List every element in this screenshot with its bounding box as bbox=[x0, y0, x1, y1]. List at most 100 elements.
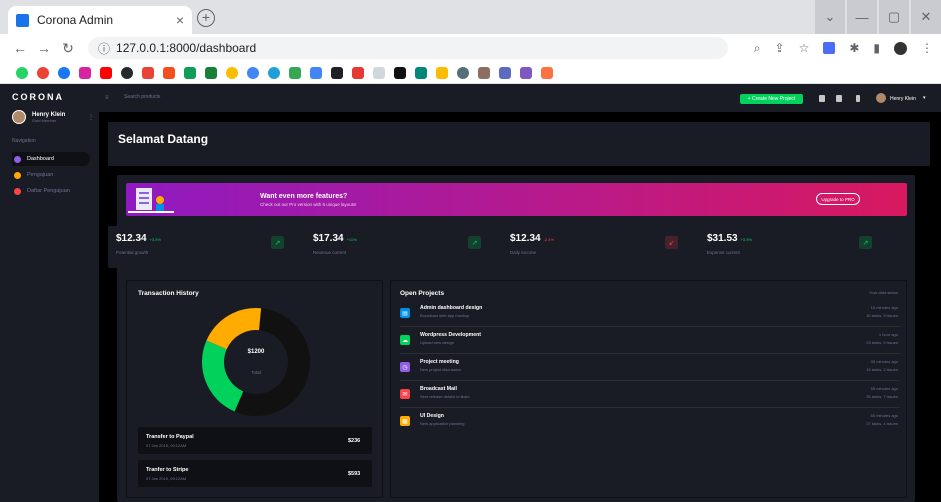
grid-icon[interactable] bbox=[819, 95, 825, 102]
info-icon[interactable]: ⓘ bbox=[98, 40, 110, 57]
bookmark-gmail-icon[interactable] bbox=[142, 66, 154, 79]
list-item[interactable]: Transfer to Paypal 07 Jan 2019, 09:12AM … bbox=[138, 427, 372, 454]
profile-menu-icon[interactable]: ⋮ bbox=[88, 114, 94, 121]
project-name: Broadcast Mail bbox=[420, 386, 457, 392]
list-item[interactable]: ✉ Broadcast Mail Sent release details to… bbox=[400, 383, 900, 407]
project-time: 35 minutes ago bbox=[870, 359, 898, 364]
topbar-user-name[interactable]: Henry Klein bbox=[890, 96, 916, 102]
bookmark-photo-icon[interactable] bbox=[478, 66, 490, 79]
project-desc: New application planning bbox=[420, 421, 465, 426]
bookmark-telegram-icon[interactable] bbox=[268, 66, 280, 79]
profile-avatar-icon[interactable] bbox=[894, 41, 907, 55]
new-tab-button[interactable]: + bbox=[197, 9, 215, 27]
stat-percent: -2.4% bbox=[543, 237, 555, 242]
bell-icon[interactable] bbox=[856, 95, 860, 102]
stat-label: Expense current bbox=[707, 250, 740, 255]
favicon-icon bbox=[16, 13, 29, 27]
bookmark-web-icon[interactable] bbox=[373, 66, 385, 79]
bookmark-purple-icon[interactable] bbox=[520, 66, 532, 79]
divider bbox=[400, 353, 900, 354]
bookmark-docs-icon[interactable] bbox=[310, 66, 322, 79]
mail-icon[interactable] bbox=[836, 95, 842, 102]
list-item[interactable]: Tranfer to Stripe 07 Jan 2019, 09:12AM $… bbox=[138, 460, 372, 487]
bookmark-meet-icon[interactable] bbox=[415, 66, 427, 79]
sidebar-item-dashboard[interactable]: Dashboard bbox=[12, 152, 90, 166]
zoom-icon[interactable]: ⌕ bbox=[754, 41, 761, 56]
project-tasks: 35 tasks, 7 issues bbox=[866, 394, 898, 399]
list-item[interactable]: ☁ Wordpress Development Upload new desig… bbox=[400, 329, 900, 353]
transaction-name: Transfer to Paypal bbox=[146, 434, 194, 440]
bookmark-star-icon[interactable]: ☆ bbox=[799, 41, 810, 55]
reload-icon[interactable]: ↻ bbox=[56, 40, 80, 57]
transaction-name: Tranfer to Stripe bbox=[146, 467, 189, 473]
back-icon[interactable]: ← bbox=[8, 40, 32, 56]
page-title: Selamat Datang bbox=[118, 132, 209, 146]
sidebar-item-pengajuan[interactable]: Pengajuan bbox=[12, 168, 90, 182]
project-time: 1 hour ago bbox=[878, 332, 898, 337]
app-window: Corona Admin × + ⌄ — ▢ ✕ ← → ↻ ⓘ 127.0.0… bbox=[0, 0, 941, 502]
brand-logo[interactable]: CORONA bbox=[12, 92, 64, 102]
dashboard-icon bbox=[14, 155, 21, 163]
bookmark-chart-icon[interactable] bbox=[499, 66, 511, 79]
bookmark-maps-icon[interactable] bbox=[226, 66, 238, 79]
bookmark-dark-icon[interactable] bbox=[331, 66, 343, 79]
url-text: 127.0.0.1:8000/dashboard bbox=[116, 41, 257, 55]
stat-value: $17.34 bbox=[313, 233, 344, 244]
extension-icon[interactable] bbox=[823, 42, 836, 54]
sidepanel-icon[interactable]: ▮ bbox=[873, 41, 880, 55]
bookmark-sheets-icon[interactable] bbox=[205, 66, 217, 79]
bookmark-gallery-icon[interactable] bbox=[184, 66, 196, 79]
sidebar-profile[interactable]: Henry Klein Gold Member bbox=[12, 110, 65, 124]
tab-search-icon[interactable]: ⌄ bbox=[815, 0, 845, 34]
minimize-button[interactable]: — bbox=[847, 0, 877, 34]
bookmark-p-icon[interactable] bbox=[541, 66, 553, 79]
chevron-down-icon[interactable]: ▾ bbox=[923, 95, 926, 101]
project-time: 15 minutes ago bbox=[870, 305, 898, 310]
avatar bbox=[12, 110, 26, 124]
bookmark-whatsapp-icon[interactable] bbox=[16, 66, 28, 79]
stat-percent: +3.5% bbox=[740, 237, 753, 242]
upgrade-button[interactable]: Upgrade to PRO bbox=[816, 193, 860, 205]
list-item[interactable]: ▦ UI Design New application planning 50 … bbox=[400, 410, 900, 434]
close-window-button[interactable]: ✕ bbox=[911, 0, 941, 34]
bookmark-red-icon[interactable] bbox=[352, 66, 364, 79]
promo-subtext: Check out our Pro version with 5 unique … bbox=[260, 202, 357, 207]
create-project-button[interactable]: + Create New Project bbox=[740, 94, 803, 104]
stat-card: $17.34 +11% Revenue current ↗ bbox=[305, 226, 495, 268]
bookmark-chrome-icon[interactable] bbox=[247, 66, 259, 79]
search-input[interactable]: Search products bbox=[124, 94, 160, 100]
page-header bbox=[108, 122, 930, 166]
address-bar: ← → ↻ ⓘ 127.0.0.1:8000/dashboard ⌕ ⇪ ☆ ✱… bbox=[0, 34, 941, 62]
restore-button[interactable]: ▢ bbox=[879, 0, 909, 34]
project-time: 55 minutes ago bbox=[870, 386, 898, 391]
profile-role: Gold Member bbox=[32, 117, 57, 123]
bookmark-youtube-icon[interactable] bbox=[100, 66, 112, 79]
menu-toggle-icon[interactable]: ≡ bbox=[105, 95, 109, 101]
bookmark-facebook-icon[interactable] bbox=[58, 66, 70, 79]
sidebar-item-daftar-pengajuan[interactable]: Daftar Pengajuan bbox=[12, 184, 90, 198]
extensions-puzzle-icon[interactable]: ✱ bbox=[849, 41, 859, 55]
project-name: Admin dashboard design bbox=[420, 305, 483, 311]
bookmark-instagram-icon[interactable] bbox=[79, 66, 91, 79]
mail-icon: ✉ bbox=[400, 389, 410, 399]
bookmark-figma-icon[interactable] bbox=[163, 66, 175, 79]
forward-icon[interactable]: → bbox=[32, 40, 56, 56]
bookmark-tiktok-icon[interactable] bbox=[394, 66, 406, 79]
nav-section-label: Navigation bbox=[12, 138, 36, 144]
bookmark-photos-icon[interactable] bbox=[436, 66, 448, 79]
avatar[interactable] bbox=[876, 93, 886, 103]
bookmark-google-icon[interactable] bbox=[37, 66, 49, 79]
tab-close-icon[interactable]: × bbox=[176, 12, 184, 28]
bookmark-gear-icon[interactable] bbox=[457, 66, 469, 79]
stat-card: $12.34 -2.4% Daily Income ↙ bbox=[502, 226, 692, 268]
donut-slice bbox=[206, 308, 262, 350]
transaction-donut-chart bbox=[202, 308, 310, 416]
bookmark-github-icon[interactable] bbox=[121, 66, 133, 79]
bookmark-drive-icon[interactable] bbox=[289, 66, 301, 79]
browser-menu-icon[interactable]: ⋮ bbox=[921, 41, 933, 55]
url-field[interactable]: ⓘ 127.0.0.1:8000/dashboard bbox=[88, 37, 728, 59]
browser-tab[interactable]: Corona Admin × bbox=[8, 6, 192, 34]
list-item[interactable]: ▤ Admin dashboard design Broadcast web a… bbox=[400, 302, 900, 326]
share-icon[interactable]: ⇪ bbox=[775, 41, 785, 55]
list-item[interactable]: ◷ Project meeting New project discussion… bbox=[400, 356, 900, 380]
